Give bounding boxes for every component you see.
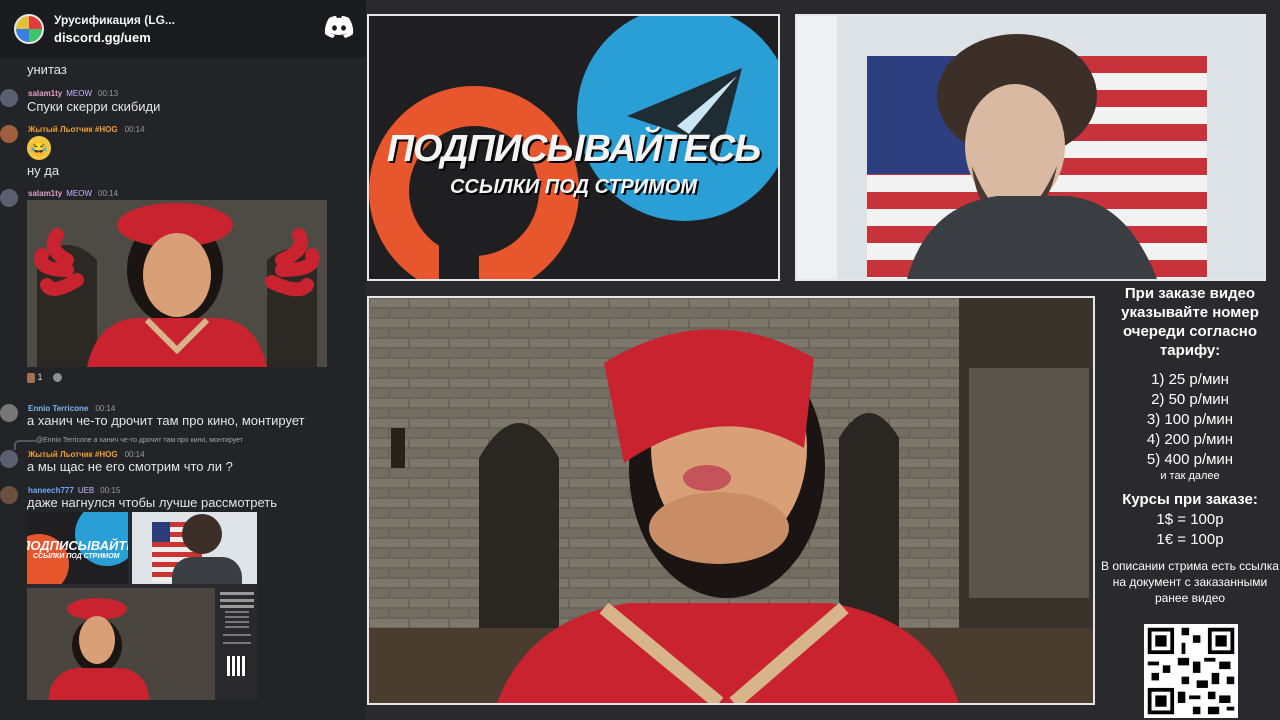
tariff-item: 3) 100 р/мин — [1146, 411, 1234, 428]
server-icon — [14, 14, 44, 44]
reaction-pill[interactable]: 1 — [27, 372, 63, 386]
timestamp: 00:15 — [100, 486, 121, 495]
message-text: унитаз — [27, 62, 67, 77]
role-badge: MEOW — [66, 189, 93, 198]
tariff-item: 5) 400 р/мин — [1146, 451, 1234, 468]
thumb-promo-subtitle: ССЫЛКИ ПОД СТРИМОМ — [33, 553, 120, 560]
timestamp: 00:14 — [124, 450, 145, 459]
avatar — [0, 404, 18, 422]
laughing-emoji-icon: 😂 — [27, 136, 51, 160]
message-text: ну да — [27, 163, 60, 178]
webcam-scene — [797, 16, 1264, 279]
promo-subtitle: ССЫЛКИ ПОД СТРИМОМ — [449, 176, 698, 198]
message-text: Спуки скерри скибиди — [27, 99, 161, 114]
thumb-webcam-panel — [132, 512, 257, 584]
reaction-emoji-icon — [27, 372, 35, 383]
webcam-feed — [795, 14, 1266, 281]
message-text: даже нагнулся чтобы лучше рассмотреть — [27, 495, 278, 510]
exchange-rate-item: 1€ = 100р — [1156, 531, 1224, 548]
tariff-item: 4) 200 р/мин — [1146, 431, 1234, 448]
reply-preview[interactable]: @Ennio Terricone а ханич че-то дрочит та… — [36, 437, 243, 444]
thumb-promo-title: ПОДПИСЫВАЙТЕСЬ — [27, 538, 128, 553]
timestamp: 00:14 — [95, 404, 116, 413]
username[interactable]: haneech777 — [28, 486, 74, 495]
reaction-count: 1 — [37, 372, 43, 382]
main-video-player[interactable] — [367, 296, 1095, 705]
avatar — [0, 450, 18, 468]
thumb-info-panel — [217, 588, 257, 700]
image-attachment[interactable] — [27, 200, 327, 367]
tariff-item: 1) 25 р/мин — [1151, 371, 1229, 388]
promo-banner: ПОДПИСЫВАЙТЕСЬ ССЫЛКИ ПОД СТРИМОМ — [367, 14, 780, 281]
thumb-main-panel — [27, 588, 215, 700]
qr-code-icon[interactable] — [1144, 624, 1238, 718]
message-text: а ханич че-то дрочит там про кино, монти… — [27, 413, 305, 428]
role-badge: UEB — [77, 486, 95, 495]
username[interactable]: Жытый Льотчик #HOG — [28, 125, 118, 134]
tariff-more: и так далее — [1160, 470, 1220, 482]
exchange-rate-item: 1$ = 100р — [1156, 511, 1224, 528]
thumb-promo-panel: ПОДПИСЫВАЙТЕСЬ ССЫЛКИ ПОД СТРИМОМ — [27, 512, 128, 584]
username[interactable]: salam1ty — [28, 89, 62, 98]
add-reaction-icon[interactable] — [53, 373, 63, 383]
timestamp: 00:14 — [124, 125, 145, 134]
server-header: Урусификация (LG... discord.gg/uem — [0, 0, 366, 58]
timestamp: 00:14 — [98, 189, 119, 198]
screenshot-attachment[interactable]: ПОДПИСЫВАЙТЕСЬ ССЫЛКИ ПОД СТРИМОМ — [27, 512, 257, 700]
order-instructions: При заказе видео указывайте номер очеред… — [1121, 285, 1259, 359]
avatar — [0, 189, 18, 207]
attachment-scene — [27, 200, 327, 367]
server-name: Урусификация (LG... — [54, 13, 175, 27]
timestamp: 00:13 — [98, 89, 119, 98]
reply-connector — [14, 440, 36, 450]
discord-chat-overlay: Урусификация (LG... discord.gg/uem унита… — [0, 0, 366, 720]
order-info-panel: При заказе видео указывайте номер очеред… — [1100, 284, 1280, 606]
role-badge: MEOW — [66, 89, 93, 98]
avatar — [0, 89, 18, 107]
message-text: а мы щас не его смотрим что ли ? — [27, 459, 233, 474]
avatar — [0, 486, 18, 504]
castle-scene — [369, 298, 1093, 703]
avatar — [0, 125, 18, 143]
username[interactable]: Жытый Льотчик #HOG — [28, 450, 118, 459]
exchange-rate-title: Курсы при заказе: — [1122, 491, 1258, 508]
server-invite-link[interactable]: discord.gg/uem — [54, 30, 175, 45]
promo-title: ПОДПИСЫВАЙТЕСЬ — [386, 128, 762, 170]
tariff-item: 2) 50 р/мин — [1151, 391, 1229, 408]
username[interactable]: salam1ty — [28, 189, 62, 198]
archive-note: В описании стрима есть ссылка на докумен… — [1101, 559, 1279, 605]
username[interactable]: Ennio Terricone — [28, 404, 88, 413]
discord-logo-icon — [324, 16, 354, 38]
